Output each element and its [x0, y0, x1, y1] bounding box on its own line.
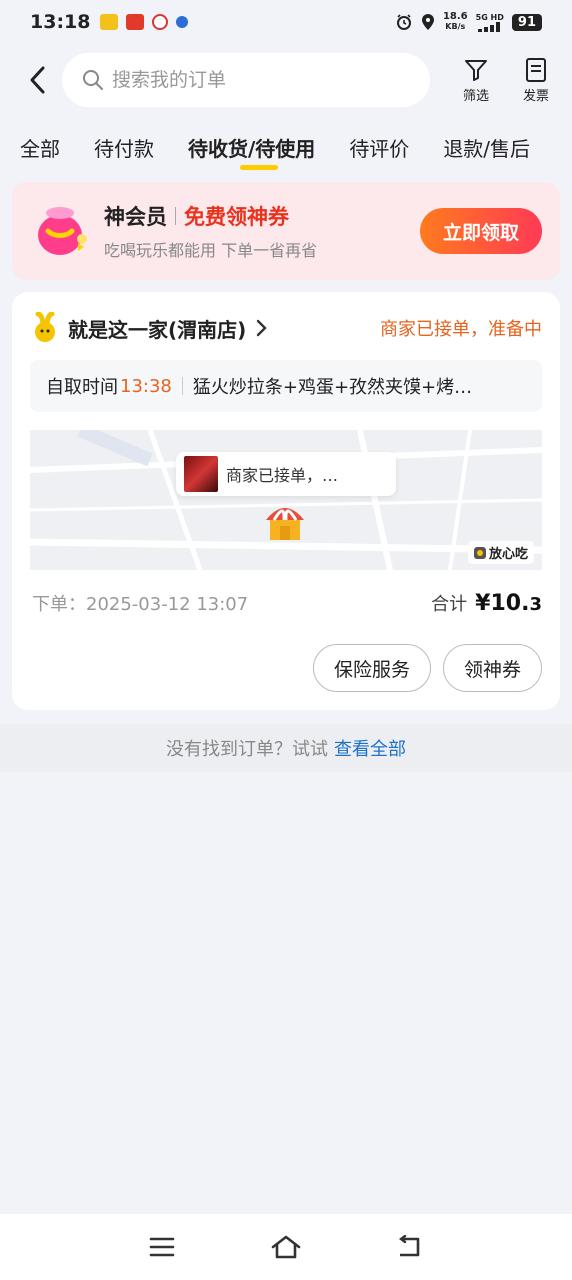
shield-icon — [473, 546, 486, 559]
currency-symbol: ¥ — [475, 590, 491, 616]
pickup-label: 自取时间 — [46, 377, 118, 398]
total-amount: ¥10.3 — [475, 591, 542, 616]
tab-pending-review[interactable]: 待评价 — [349, 133, 409, 162]
store-thumbnail — [184, 456, 218, 492]
header: 筛选 发票 — [0, 50, 572, 110]
filter-label: 筛选 — [462, 88, 489, 104]
member-title-row: 神会员 免费领神券 — [104, 201, 420, 231]
search-input[interactable] — [112, 69, 402, 91]
menu-button[interactable] — [142, 1227, 182, 1267]
menu-icon — [149, 1237, 175, 1257]
tab-pending-receipt[interactable]: 待收货/待使用 — [188, 133, 315, 170]
invoice-icon — [526, 57, 546, 82]
insurance-service-button[interactable]: 保险服务 — [312, 644, 431, 692]
order-items: 猛火炒拉条+鸡蛋+孜然夹馍+烤… — [192, 377, 473, 398]
order-card[interactable]: 就是这一家(渭南店) 商家已接单，准备中 自取时间 13:38 猛火炒拉条+鸡蛋… — [12, 292, 560, 710]
home-button[interactable] — [266, 1227, 306, 1267]
order-actions: 保险服务 领神券 — [312, 644, 542, 692]
network-type: 5G HD — [475, 12, 504, 22]
shop-marker-icon — [266, 508, 304, 540]
tab-all[interactable]: 全部 — [20, 133, 60, 162]
tab-refund[interactable]: 退款/售后 — [443, 133, 530, 162]
safe-badge-label: 放心吃 — [488, 547, 528, 562]
invoice-label: 发票 — [522, 88, 549, 104]
status-right: 18.6 KB/s 5G HD 91 — [395, 12, 542, 32]
order-date: 下单：2025-03-12 13:07 — [32, 594, 249, 615]
search-box[interactable] — [62, 53, 430, 107]
view-all-link[interactable]: 查看全部 — [334, 735, 406, 761]
pickup-info: 自取时间 13:38 猛火炒拉条+鸡蛋+孜然夹馍+烤… — [30, 360, 542, 412]
safe-eat-badge: 放心吃 — [467, 541, 534, 564]
status-time: 13:18 — [30, 11, 91, 33]
store-name: 就是这一家(渭南店) — [68, 317, 247, 342]
get-coupon-button[interactable]: 领神券 — [442, 644, 542, 692]
net-speed-value: 18.6 — [442, 11, 468, 22]
store-logo-icon — [35, 312, 55, 342]
net-speed-unit: KB/s — [445, 22, 466, 31]
app-notification-icon — [176, 16, 189, 28]
divider — [175, 207, 176, 225]
search-icon — [83, 70, 103, 90]
location-icon — [421, 14, 434, 30]
alarm-icon — [396, 14, 411, 30]
pickup-time: 13:38 — [120, 375, 172, 397]
system-nav-bar — [0, 1214, 572, 1280]
map-tooltip: 商家已接单，… — [176, 452, 396, 496]
member-banner[interactable]: 神会员 免费领神券 吃喝玩乐都能用 下单一省再省 立即领取 — [12, 182, 560, 280]
total-decimal: 3 — [529, 593, 542, 615]
home-icon — [271, 1235, 301, 1259]
claim-now-button[interactable]: 立即领取 — [420, 208, 542, 254]
gift-bag-icon — [30, 199, 94, 263]
member-title: 神会员 — [104, 205, 167, 229]
filter-button[interactable]: 筛选 — [446, 57, 506, 104]
order-status: 商家已接单，准备中 — [380, 319, 542, 340]
chevron-right-icon — [257, 319, 267, 337]
return-icon — [399, 1235, 420, 1257]
not-found-text: 没有找到订单？试试 — [166, 739, 328, 760]
member-text: 神会员 免费领神券 吃喝玩乐都能用 下单一省再省 — [104, 201, 420, 261]
notification-icons — [100, 14, 189, 30]
status-bar: 13:18 18.6 KB/s 5G HD 91 — [0, 0, 572, 44]
member-subtitle: 吃喝玩乐都能用 下单一省再省 — [104, 241, 318, 260]
app-notification-icon — [152, 14, 169, 30]
back-arrow-icon — [30, 66, 45, 94]
divider — [181, 377, 183, 395]
map-tooltip-text: 商家已接单，… — [226, 466, 339, 485]
tab-pending-payment[interactable]: 待付款 — [94, 133, 154, 162]
store-row[interactable]: 就是这一家(渭南店) 商家已接单，准备中 — [32, 312, 542, 344]
app-notification-icon — [126, 14, 145, 30]
total-integer: 10. — [490, 590, 530, 616]
order-map[interactable]: 商家已接单，… 放心吃 — [30, 430, 542, 570]
back-nav-button[interactable] — [390, 1227, 430, 1267]
total-label: 合计 — [431, 594, 468, 615]
back-button[interactable] — [14, 56, 62, 104]
not-found-hint: 没有找到订单？试试 查看全部 — [0, 724, 572, 772]
invoice-button[interactable]: 发票 — [506, 57, 566, 104]
filter-icon — [465, 59, 487, 81]
signal-icon: 5G HD — [476, 13, 504, 32]
app-notification-icon — [100, 14, 119, 30]
net-speed: 18.6 KB/s — [443, 12, 468, 32]
order-tabs: 全部 待付款 待收货/待使用 待评价 退款/售后 — [0, 122, 572, 172]
order-meta: 下单：2025-03-12 13:07 合计 ¥10.3 — [32, 588, 542, 618]
battery-indicator: 91 — [511, 13, 542, 31]
map-roads — [30, 430, 542, 570]
member-promo: 免费领神券 — [184, 205, 289, 229]
